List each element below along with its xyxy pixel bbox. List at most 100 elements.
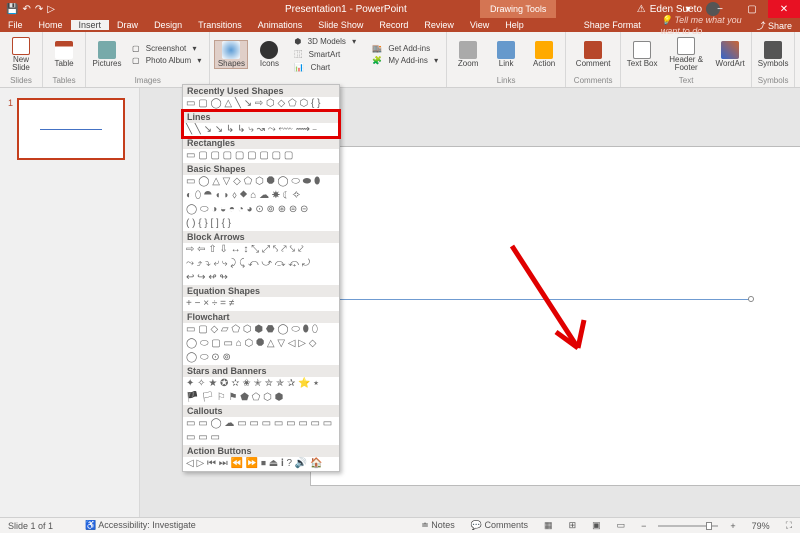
warning-icon: ⚠ [637,4,646,15]
zoom-button[interactable]: Zoom [451,41,485,68]
group-links: Zoom Link Action Links [447,32,566,87]
slide-thumbnails-pane[interactable]: 1 [0,88,140,517]
shapes-row[interactable]: + − × ÷ = ≠ [183,297,339,311]
shapes-cat-stars: Stars and Banners [183,365,339,377]
group-addins: 🏬 Get Add-ins 🧩 My Add-ins ▾ Add-ins [364,32,447,87]
tab-view[interactable]: View [462,20,497,30]
group-media: Video Audio Screen Recording Media [795,32,800,87]
view-reading-icon[interactable]: ▣ [584,520,609,531]
header-footer-button[interactable]: Header & Footer [663,37,709,72]
wordart-button[interactable]: WordArt [713,41,747,68]
line-shape[interactable] [321,299,751,300]
shapes-row[interactable]: ◯ ⬭ ⊙ ⊚ [183,351,339,365]
tab-help[interactable]: Help [497,20,532,30]
shapes-row[interactable]: ◁ ▷ ⏮ ⏭ ⏪ ⏩ ⏹ ⏏ ℹ ? 🔊 🏠 [183,457,339,471]
undo-icon[interactable]: ↶ [22,4,30,15]
shapes-row[interactable]: ▭ ▢ ◇ ▱ ⬠ ⬡ ⬢ ⬣ ◯ ⬭ ⬮ ⬯ [183,323,339,337]
zoom-out-button[interactable]: − [633,521,654,531]
comments-button[interactable]: 💬 Comments [463,520,536,531]
comment-button[interactable]: Comment [570,41,616,68]
textbox-button[interactable]: Text Box [625,41,659,68]
accessibility-checker[interactable]: ♿ Accessibility: Investigate [77,520,204,531]
group-slides: New Slide Slides [0,32,43,87]
tab-review[interactable]: Review [416,20,462,30]
shapes-row[interactable]: ▭ ▢ ▢ ▢ ▢ ▢ ▢ ▢ ▢ [183,149,339,163]
tab-home[interactable]: Home [31,20,71,30]
shapes-row[interactable]: ▭ ▭ ◯ ☁ ▭ ▭ ▭ ▭ ▭ ▭ ▭ ▭ [183,417,339,431]
photo-album-button[interactable]: ▢ Photo Album ▾ [128,55,205,66]
shapes-row[interactable]: ▭ ▢ ◯ △ ╲ ↘ ⇨ ⬡ ◇ ⬠ ⬡ { } [183,97,339,111]
symbols-button[interactable]: Symbols [756,41,790,68]
tab-draw[interactable]: Draw [109,20,146,30]
group-symbols: Symbols Symbols [752,32,795,87]
shapes-row-lines[interactable]: ╲ ╲ ↘ ↘ ↳ ↳ ⤷ ↝ ⤳ ⬳ ⟿ ⎯ [183,123,339,137]
shapes-row[interactable]: ↩ ↪ ↫ ↬ [183,271,339,285]
tab-file[interactable]: File [0,20,31,30]
shapes-cat-block: Block Arrows [183,231,339,243]
shapes-row[interactable]: ( ) { } [ ] { } [183,217,339,231]
tab-shape-format[interactable]: Shape Format [576,20,649,30]
shapes-cat-recently: Recently Used Shapes [183,85,339,97]
pictures-button[interactable]: Pictures [90,41,124,68]
title-bar: 💾 ↶ ↷ ▷ Presentation1 - PowerPoint ⚠ Ede… [0,0,800,18]
shapes-row[interactable]: 🏴 🏳 ⚐ ⚑ ⬟ ⬠ ⬡ ⬢ [183,391,339,405]
zoom-value[interactable]: 79% [744,521,778,531]
start-show-icon[interactable]: ▷ [47,4,55,15]
zoom-in-button[interactable]: + [722,521,743,531]
shapes-row[interactable]: ⇨ ⇦ ⇧ ⇩ ↔ ↕ ⤡ ⤢ ⤣ ⤤ ⤥ ⤦ [183,243,339,257]
group-tables: Table Tables [43,32,86,87]
shapes-cat-basic: Basic Shapes [183,163,339,175]
shapes-row[interactable]: ◐ ⬯ ⯊ ◖ ◗ ⬨ ⯁ ⌂ ☁ ☀ ☾ ✧ [183,189,339,203]
action-button[interactable]: Action [527,41,561,68]
shapes-dropdown[interactable]: Recently Used Shapes ▭ ▢ ◯ △ ╲ ↘ ⇨ ⬡ ◇ ⬠… [182,84,340,472]
icons-button[interactable]: Icons [252,41,286,68]
group-text: Text Box Header & Footer WordArt Text [621,32,752,87]
tab-slideshow[interactable]: Slide Show [310,20,371,30]
tab-design[interactable]: Design [146,20,190,30]
minimize-button[interactable]: − [704,0,736,18]
screenshot-button[interactable]: ▢ Screenshot ▾ [128,43,205,54]
ribbon-options-icon[interactable]: ▾ [672,0,704,18]
view-sorter-icon[interactable]: ⊞ [561,520,585,531]
save-icon[interactable]: 💾 [6,4,18,15]
link-button[interactable]: Link [489,41,523,68]
my-addins-button[interactable]: 🧩 My Add-ins ▾ [368,55,442,66]
shapes-row[interactable]: ◯ ⬭ ▢ ▭ ⌂ ⬡ ⯃ △ ▽ ◁ ▷ ◇ [183,337,339,351]
shapes-cat-flowchart: Flowchart [183,311,339,323]
slide-counter[interactable]: Slide 1 of 1 [0,521,61,531]
3d-models-button[interactable]: ⬢ 3D Models ▾ [290,36,360,47]
shapes-row[interactable]: ▭ ▭ ▭ [183,431,339,445]
slide-thumbnail[interactable] [17,98,125,160]
table-button[interactable]: Table [47,41,81,68]
shapes-row[interactable]: ✦ ✧ ★ ✪ ✫ ✬ ✭ ✮ ✯ ✰ ⭐ ⭑ [183,377,339,391]
tab-transitions[interactable]: Transitions [190,20,250,30]
tab-animations[interactable]: Animations [250,20,311,30]
status-bar: Slide 1 of 1 ♿ Accessibility: Investigat… [0,517,800,533]
zoom-slider[interactable] [658,525,718,527]
shapes-row[interactable]: ▭ ◯ △ ▽ ◇ ⬠ ⬡ ⯃ ◯ ⬭ ⬬ ⬮ [183,175,339,189]
shape-handle[interactable] [748,296,754,302]
tab-record[interactable]: Record [371,20,416,30]
slide[interactable] [310,146,800,486]
shapes-cat-action: Action Buttons [183,445,339,457]
close-button[interactable]: ✕ [768,0,800,18]
view-slideshow-icon[interactable]: ▭ [609,520,634,531]
smartart-button[interactable]: ⿲ SmartArt [290,48,360,61]
shapes-cat-rect: Rectangles [183,137,339,149]
get-addins-button[interactable]: 🏬 Get Add-ins [368,43,442,54]
view-normal-icon[interactable]: ▦ [536,520,561,531]
tab-insert[interactable]: Insert [71,20,110,30]
thumb-number: 1 [8,98,13,160]
notes-button[interactable]: ≐ Notes [413,520,463,531]
shapes-row[interactable]: ⤳ ⤴ ⤵ ⤶ ⤷ ⤸ ⤹ ⤺ ⤻ ⤼ ⤽ ⤾ [183,257,339,271]
fit-to-window-icon[interactable]: ⛶ [778,520,800,531]
redo-icon[interactable]: ↷ [35,4,43,15]
share-button[interactable]: ⤴ Share [748,19,800,32]
ribbon: New Slide Slides Table Tables Pictures ▢… [0,32,800,88]
group-images: Pictures ▢ Screenshot ▾ ▢ Photo Album ▾ … [86,32,210,87]
chart-button[interactable]: 📊 Chart [290,62,360,73]
new-slide-button[interactable]: New Slide [4,37,38,72]
shapes-button[interactable]: Shapes [214,40,248,69]
shapes-row[interactable]: ◯ ⬭ ◑ ◒ ◓ ◔ ◕ ⊙ ⊚ ⊛ ⊜ ⊝ [183,203,339,217]
maximize-button[interactable]: ▢ [736,0,768,18]
